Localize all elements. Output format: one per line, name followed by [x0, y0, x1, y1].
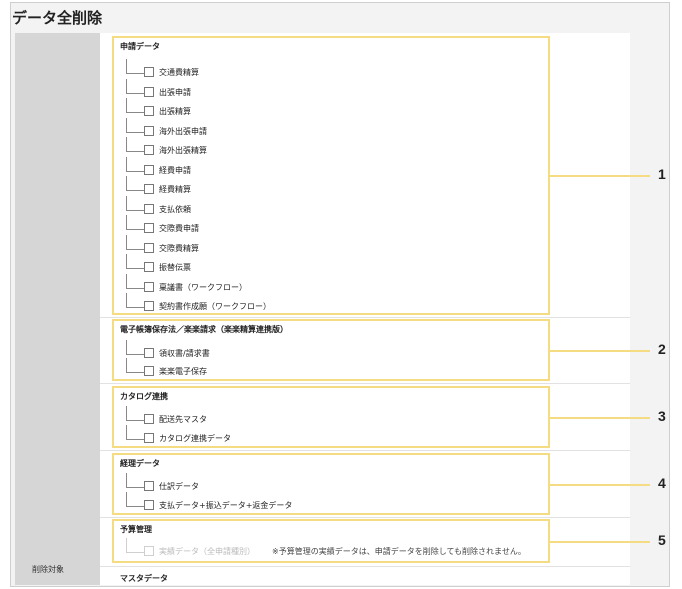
checkbox[interactable] — [144, 203, 154, 214]
checkbox[interactable] — [144, 184, 154, 194]
checkbox-label: 領収書/請求書 — [159, 349, 210, 358]
section-electronic-books: 電子帳簿保存法／楽楽請求（楽楽精算連携版） 領収書/請求書 楽楽電子保存 — [112, 319, 550, 381]
callout-number: 1 — [658, 166, 666, 182]
section-title: 電子帳簿保存法／楽楽請求（楽楽精算連携版） — [120, 325, 288, 334]
checkbox-label: 配送先マスタ — [159, 415, 207, 424]
checkbox-label: 支払依頼 — [159, 204, 191, 214]
section-budget: 予算管理 実績データ（全申請種別） ※予算管理の実績データは、申請データを削除し… — [112, 519, 550, 563]
tree-line — [126, 117, 144, 138]
section-catalog: カタログ連携 配送先マスタ カタログ連携データ — [112, 386, 550, 448]
tree-line — [126, 425, 144, 445]
checkbox-label: 経費精算 — [159, 185, 191, 194]
checkbox-label: 出張申請 — [159, 87, 191, 97]
checkbox-label: 交通費精算 — [159, 68, 199, 77]
checkbox[interactable] — [144, 242, 154, 253]
row-divider — [100, 566, 630, 567]
checkbox-label: 稟議書（ワークフロー） — [159, 282, 247, 292]
row-divider — [100, 383, 630, 384]
tree-line — [126, 538, 144, 558]
checkbox[interactable] — [144, 348, 154, 358]
checkbox[interactable] — [144, 86, 154, 97]
master-data-title: マスタデータ — [120, 574, 168, 583]
checkbox-label: 支払データ+振込データ+返金データ — [159, 501, 293, 510]
checkbox-label: 経費申請 — [159, 165, 191, 175]
section-title: 経理データ — [120, 459, 160, 468]
tree-line — [126, 293, 144, 313]
tree-line — [126, 254, 144, 274]
callout-line — [550, 541, 650, 543]
tree-line — [126, 492, 144, 512]
checkbox[interactable] — [144, 481, 154, 491]
checkbox-label: 振替伝票 — [159, 263, 191, 272]
tree-line — [126, 273, 144, 294]
checkbox-label: カタログ連携データ — [159, 434, 231, 443]
tree-line — [126, 473, 144, 493]
tree-line — [126, 176, 144, 196]
checkbox-label: 楽楽電子保存 — [159, 367, 207, 376]
checkbox[interactable] — [144, 366, 154, 376]
budget-note: ※予算管理の実績データは、申請データを削除しても削除されません。 — [272, 547, 526, 556]
checkbox[interactable] — [144, 164, 154, 175]
checkbox-label: 海外出張精算 — [159, 146, 207, 155]
section-title: 申請データ — [120, 42, 160, 51]
tree-line — [126, 78, 144, 99]
callout-number: 5 — [658, 532, 666, 548]
callout-number: 2 — [658, 341, 666, 357]
checkbox-label: 交際費申請 — [159, 224, 199, 233]
checkbox-label: 実績データ（全申請種別） — [159, 547, 255, 556]
checkbox[interactable] — [144, 67, 154, 77]
checkbox[interactable] — [144, 414, 154, 424]
tree-line — [126, 59, 144, 79]
checkbox[interactable] — [144, 145, 154, 155]
callout-line — [550, 484, 650, 486]
checkbox[interactable] — [144, 281, 154, 292]
tree-line — [126, 156, 144, 177]
page-title: データ全削除 — [12, 9, 103, 27]
callout-number: 3 — [658, 408, 666, 424]
delete-target-label: 削除対象 — [32, 565, 64, 574]
checkbox[interactable] — [144, 433, 154, 443]
tree-line — [126, 340, 144, 360]
tree-line — [126, 98, 144, 118]
section-title: 予算管理 — [120, 525, 152, 534]
row-divider — [100, 450, 630, 451]
checkbox[interactable] — [144, 223, 154, 233]
checkbox-label: 交際費精算 — [159, 243, 199, 253]
tree-line — [126, 215, 144, 235]
section-accounting: 経理データ 仕訳データ 支払データ+振込データ+返金データ — [112, 453, 550, 515]
callout-line — [550, 175, 650, 177]
checkbox[interactable] — [144, 125, 154, 136]
section-title: カタログ連携 — [120, 392, 168, 401]
tree-line — [126, 234, 144, 255]
label-column: 削除対象 — [15, 33, 100, 585]
checkbox-label: 契約書作成願（ワークフロー） — [159, 302, 271, 311]
checkbox[interactable] — [144, 301, 154, 311]
checkbox-label: 出張精算 — [159, 107, 191, 116]
tree-line — [126, 137, 144, 157]
tree-line — [126, 195, 144, 216]
checkbox-disabled — [144, 546, 154, 556]
tree-line — [126, 406, 144, 426]
checkbox[interactable] — [144, 500, 154, 510]
row-divider — [100, 517, 630, 518]
row-divider — [100, 317, 630, 318]
checkbox[interactable] — [144, 106, 154, 116]
checkbox-label: 仕訳データ — [159, 482, 199, 491]
callout-line — [550, 350, 650, 352]
callout-line — [550, 417, 650, 419]
tree-line — [126, 358, 144, 378]
callout-number: 4 — [658, 475, 666, 491]
checkbox-label: 海外出張申請 — [159, 126, 207, 136]
section-application-data: 申請データ 交通費精算 出張申請 出張精算 海外出張申請 海外出張精算 経費申請… — [112, 36, 550, 315]
checkbox[interactable] — [144, 262, 154, 272]
